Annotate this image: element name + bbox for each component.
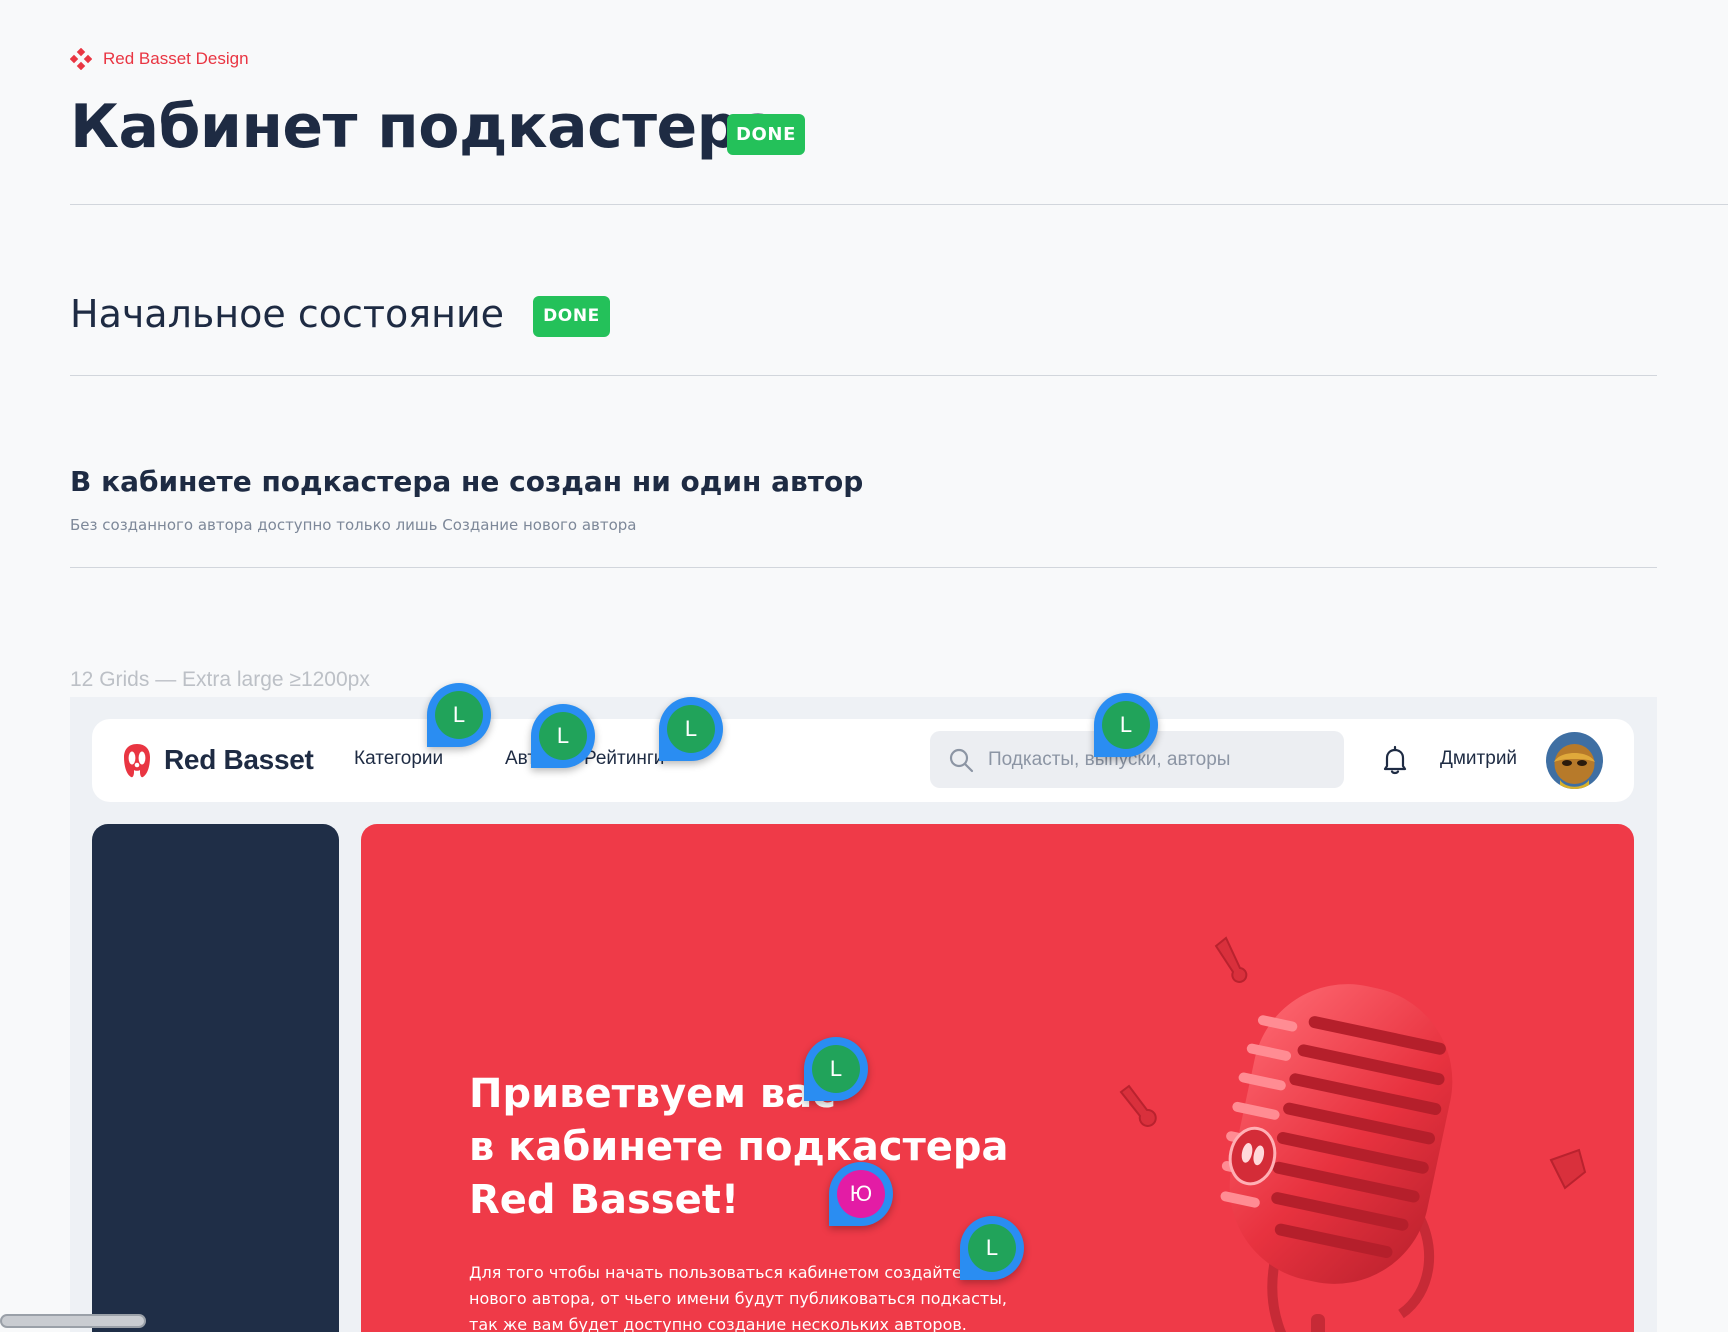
search-input[interactable] [986, 747, 1330, 772]
comment-avatar: Ю [837, 1170, 885, 1218]
hero-text-line: так же вам будет доступно создание неско… [469, 1315, 967, 1332]
page-title: Кабинет подкастера [70, 92, 780, 162]
brand: Red Basset Design [70, 48, 249, 70]
divider [70, 375, 1657, 376]
comment-avatar: L [968, 1224, 1016, 1272]
comment-avatar: L [539, 712, 587, 760]
divider [70, 567, 1657, 568]
grid-label: 12 Grids — Extra large ≥1200px [70, 668, 370, 691]
design-frame: Red Basset Категории Авторы Рейтинги Дми… [70, 697, 1657, 1332]
state-description: Без созданного автора доступно только ли… [70, 516, 637, 534]
microphone-illustration [1119, 936, 1587, 1332]
section-title: Начальное состояние [70, 292, 505, 336]
horizontal-scrollbar[interactable] [0, 1314, 146, 1328]
app-logo-text: Red Basset [164, 744, 314, 775]
hero-title: Приветвуем вас в кабинете подкастера Red… [469, 1068, 1009, 1227]
avatar[interactable] [1546, 732, 1603, 789]
comment-pin[interactable]: Ю [829, 1162, 893, 1226]
comment-pin[interactable]: L [427, 683, 491, 747]
sidebar [92, 824, 339, 1332]
state-title: В кабинете подкастера не создан ни один … [70, 465, 864, 498]
basset-logo-icon [124, 744, 150, 778]
hero-title-line: Red Basset! [469, 1177, 740, 1223]
nav-link-ratings[interactable]: Рейтинги [584, 748, 664, 770]
search-icon [948, 747, 974, 773]
hero-title-line: Приветвуем вас [469, 1071, 836, 1117]
comment-pin[interactable]: L [960, 1216, 1024, 1280]
brand-name: Red Basset Design [103, 49, 249, 68]
app-navbar: Red Basset Категории Авторы Рейтинги Дми… [92, 719, 1634, 802]
comment-avatar: L [1102, 701, 1150, 749]
user-name[interactable]: Дмитрий [1440, 748, 1517, 770]
comment-avatar: L [667, 705, 715, 753]
brand-logo-icon [70, 48, 92, 70]
comment-avatar: L [435, 691, 483, 739]
app-logo[interactable]: Red Basset [122, 741, 314, 779]
hero-text-line: Для того чтобы начать пользоваться кабин… [469, 1263, 962, 1282]
comment-pin[interactable]: L [659, 697, 723, 761]
comment-pin[interactable]: L [804, 1037, 868, 1101]
hero-title-line: в кабинете подкастера [469, 1124, 1009, 1170]
section-status-badge: DONE [533, 296, 610, 337]
divider [70, 204, 1728, 205]
page-status-badge: DONE [727, 114, 805, 155]
bell-icon[interactable] [1382, 745, 1408, 779]
comment-pin[interactable]: L [1094, 693, 1158, 757]
comment-pin[interactable]: L [531, 704, 595, 768]
nav-link-categories[interactable]: Категории [354, 748, 443, 770]
hero-description: Для того чтобы начать пользоваться кабин… [469, 1260, 1007, 1332]
hero-text-line: нового автора, от чьего имени будут публ… [469, 1289, 1007, 1308]
comment-avatar: L [812, 1045, 860, 1093]
